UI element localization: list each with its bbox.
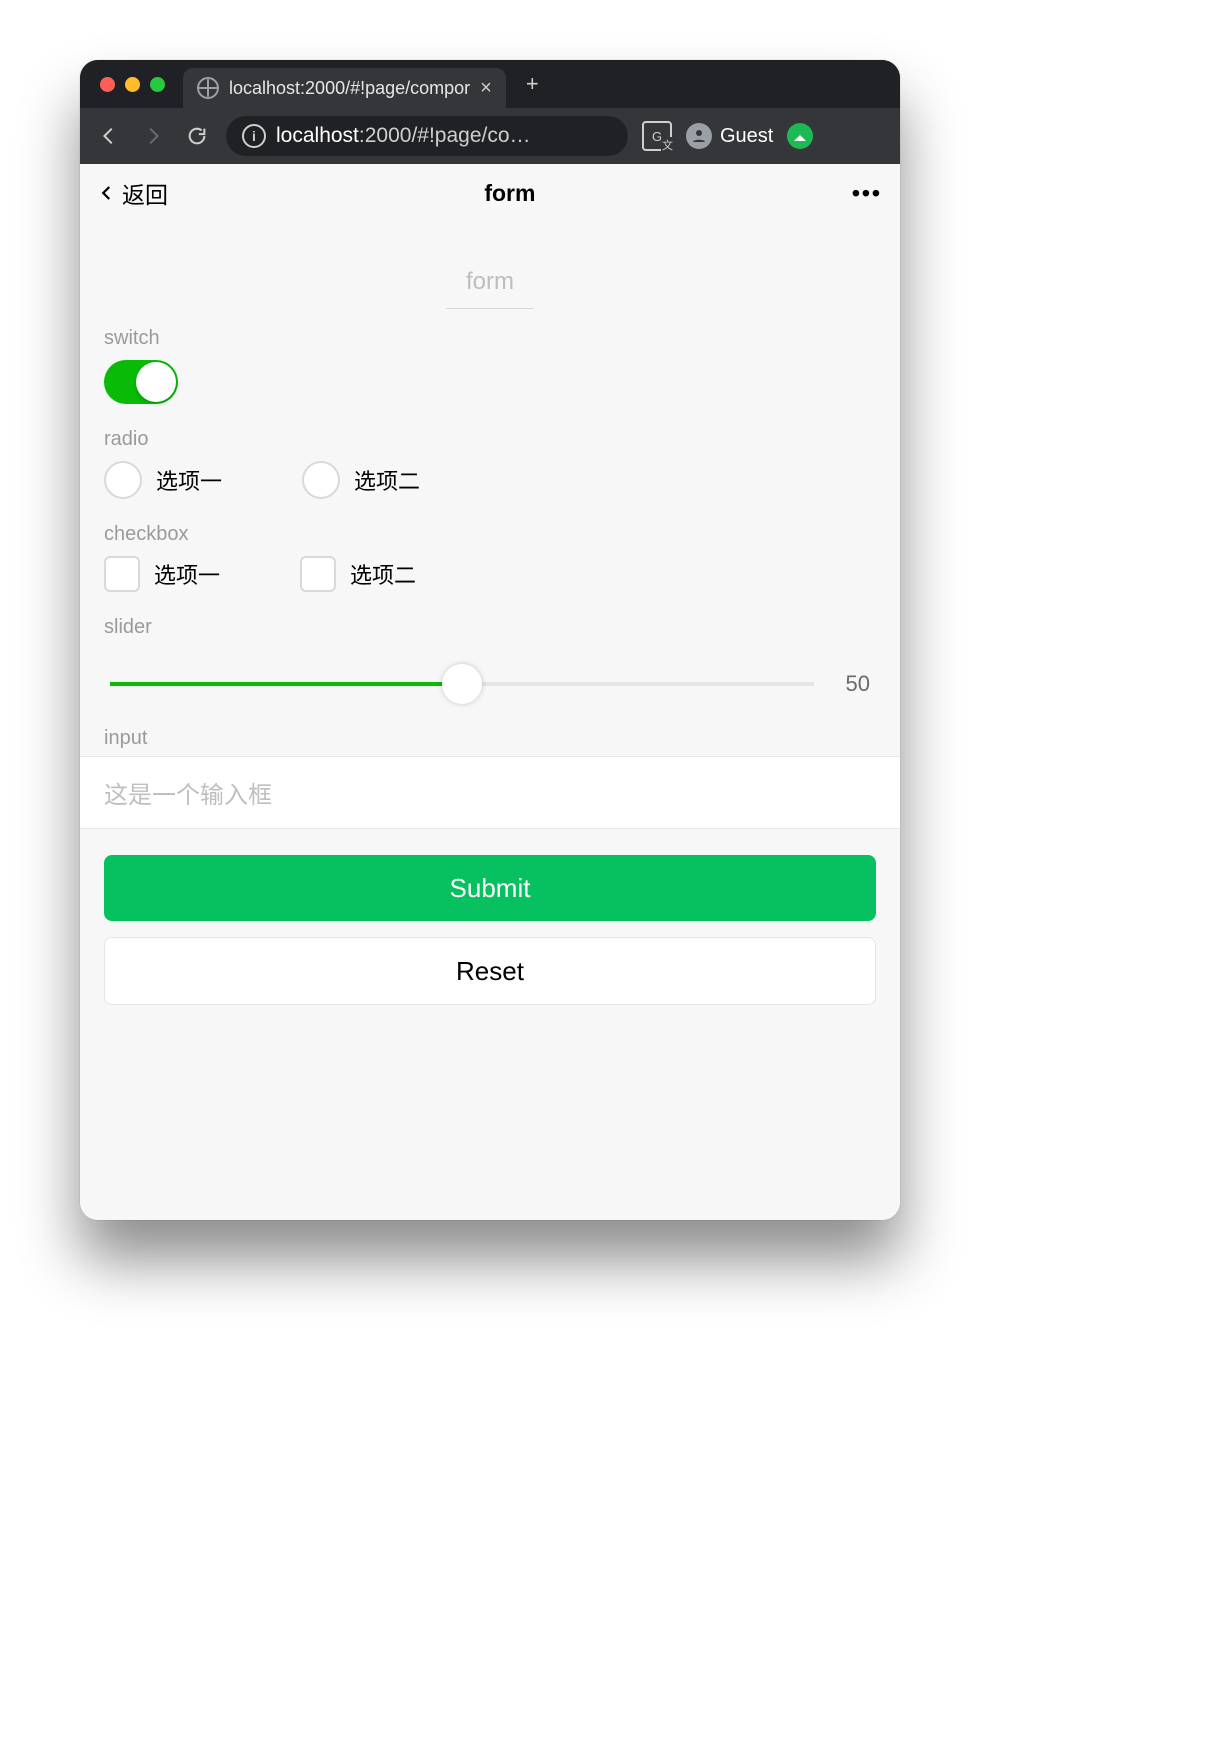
section-switch: switch bbox=[80, 309, 900, 410]
address-bar[interactable]: i localhost:2000/#!page/co… bbox=[226, 116, 628, 156]
slider-value: 50 bbox=[834, 671, 870, 697]
chevron-left-icon bbox=[98, 179, 116, 207]
zoom-window-icon[interactable] bbox=[150, 77, 165, 92]
button-area: Submit Reset bbox=[80, 829, 900, 1005]
more-button[interactable]: ••• bbox=[852, 180, 882, 207]
checkbox-icon bbox=[300, 556, 336, 592]
radio-label: radio bbox=[104, 428, 876, 451]
new-tab-button[interactable]: + bbox=[520, 65, 545, 103]
profile-label: Guest bbox=[720, 125, 773, 148]
radio-option-label: 选项二 bbox=[354, 464, 420, 496]
browser-chrome: localhost:2000/#!page/compor × + i local… bbox=[80, 60, 900, 164]
close-tab-icon[interactable]: × bbox=[480, 78, 492, 98]
globe-icon bbox=[197, 77, 219, 99]
section-checkbox: checkbox 选项一 选项二 bbox=[80, 505, 900, 598]
back-label: 返回 bbox=[122, 176, 168, 210]
app-header: 返回 form ••• bbox=[80, 164, 900, 222]
back-button[interactable]: 返回 bbox=[98, 176, 168, 210]
section-slider: slider 50 bbox=[80, 598, 900, 709]
window-controls bbox=[100, 77, 165, 92]
reload-icon[interactable] bbox=[182, 121, 212, 151]
slider-track[interactable] bbox=[110, 682, 814, 686]
slider-thumb[interactable] bbox=[442, 664, 482, 704]
url-text: localhost:2000/#!page/co… bbox=[276, 124, 531, 148]
page-title-row: form bbox=[80, 222, 900, 309]
minimize-window-icon[interactable] bbox=[125, 77, 140, 92]
checkbox-label: checkbox bbox=[104, 523, 876, 546]
browser-window: localhost:2000/#!page/compor × + i local… bbox=[80, 60, 900, 1220]
submit-button[interactable]: Submit bbox=[104, 855, 876, 921]
tab-title: localhost:2000/#!page/compor bbox=[229, 78, 470, 99]
input-label: input bbox=[80, 709, 900, 756]
switch-knob bbox=[136, 362, 176, 402]
radio-option-2[interactable]: 选项二 bbox=[302, 461, 420, 499]
extension-icon[interactable] bbox=[787, 123, 813, 149]
switch-toggle[interactable] bbox=[104, 360, 178, 404]
reset-button[interactable]: Reset bbox=[104, 937, 876, 1005]
radio-icon bbox=[104, 461, 142, 499]
radio-option-1[interactable]: 选项一 bbox=[104, 461, 222, 499]
tab-strip: localhost:2000/#!page/compor × + bbox=[80, 60, 900, 108]
profile-button[interactable]: Guest bbox=[686, 123, 773, 149]
app-viewport: 返回 form ••• form switch radio 选项一 bbox=[80, 164, 900, 1220]
toolbar: i localhost:2000/#!page/co… G Guest bbox=[80, 108, 900, 164]
slider-label: slider bbox=[104, 616, 876, 639]
radio-option-label: 选项一 bbox=[156, 464, 222, 496]
checkbox-option-label: 选项一 bbox=[154, 558, 220, 590]
slider-fill bbox=[110, 682, 462, 686]
page-header-title: form bbox=[484, 180, 535, 207]
section-radio: radio 选项一 选项二 bbox=[80, 410, 900, 505]
browser-tab[interactable]: localhost:2000/#!page/compor × bbox=[183, 68, 506, 108]
site-info-icon[interactable]: i bbox=[242, 124, 266, 148]
radio-icon bbox=[302, 461, 340, 499]
forward-icon[interactable] bbox=[138, 121, 168, 151]
translate-icon[interactable]: G bbox=[642, 121, 672, 151]
text-input[interactable]: 这是一个输入框 bbox=[80, 756, 900, 829]
checkbox-option-label: 选项二 bbox=[350, 558, 416, 590]
page-title: form bbox=[446, 262, 534, 309]
checkbox-option-1[interactable]: 选项一 bbox=[104, 556, 220, 592]
back-icon[interactable] bbox=[94, 121, 124, 151]
checkbox-icon bbox=[104, 556, 140, 592]
avatar-icon bbox=[686, 123, 712, 149]
close-window-icon[interactable] bbox=[100, 77, 115, 92]
checkbox-option-2[interactable]: 选项二 bbox=[300, 556, 416, 592]
switch-label: switch bbox=[104, 327, 876, 350]
